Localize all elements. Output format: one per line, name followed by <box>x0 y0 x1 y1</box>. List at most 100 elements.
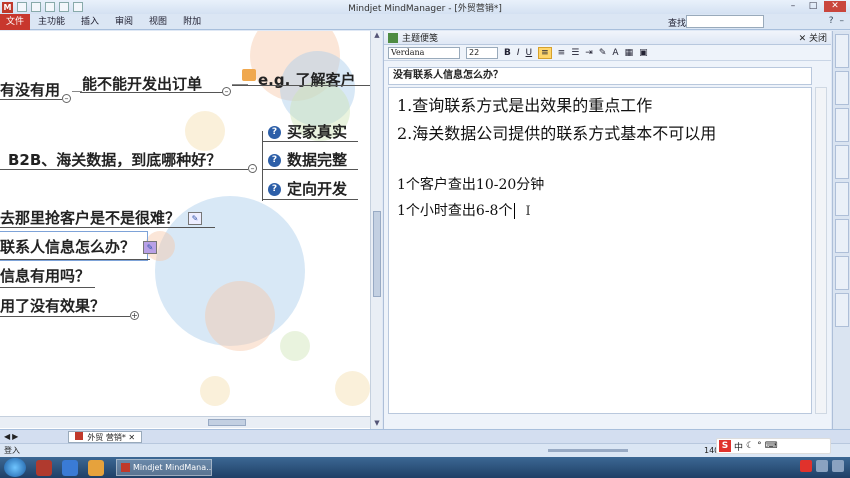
font-size-select[interactable]: 22 <box>466 46 498 59</box>
tray-icon[interactable] <box>832 460 844 472</box>
ime-moon-icon[interactable]: ☾ <box>746 441 754 451</box>
note-icon[interactable]: ✎ <box>188 212 203 225</box>
topic-complete-data[interactable]: ? 数据完整 <box>268 149 347 170</box>
document-tab[interactable]: 外贸 营销* ✕ <box>68 430 143 443</box>
tab-review[interactable]: 审阅 <box>107 14 141 30</box>
side-tab[interactable] <box>835 145 849 179</box>
topic-targeted-dev[interactable]: ? 定向开发 <box>268 178 347 199</box>
align-center-icon[interactable]: ≡ <box>558 48 566 58</box>
topic-useful[interactable]: 有没有用 <box>0 79 60 100</box>
collapse-toggle[interactable]: – <box>248 164 257 173</box>
topic-grab-customers[interactable]: 去那里抢客户是不是很难？ ✎ <box>0 207 203 228</box>
highlight-icon[interactable]: ✎ <box>599 48 607 58</box>
font-select[interactable]: Verdana <box>388 46 460 59</box>
side-tab[interactable] <box>835 34 849 68</box>
side-tab[interactable] <box>835 219 849 253</box>
map-horizontal-scrollbar[interactable] <box>0 416 370 428</box>
taskbar-app-icon[interactable] <box>88 459 104 476</box>
ime-keyboard-icon[interactable]: ⌨ <box>765 441 778 451</box>
scroll-thumb[interactable] <box>373 211 381 297</box>
side-tab[interactable] <box>835 71 849 105</box>
minimize-button[interactable]: – <box>784 1 802 12</box>
side-tab[interactable] <box>835 256 849 290</box>
indent-icon[interactable]: ⇥ <box>585 48 593 58</box>
expand-toggle[interactable]: + <box>130 311 139 320</box>
side-tab[interactable] <box>835 293 849 327</box>
close-label: 关闭 <box>808 34 827 44</box>
find-input[interactable] <box>686 15 764 28</box>
taskbar-app-icon[interactable] <box>36 459 52 476</box>
connector <box>0 169 248 170</box>
note-line-with-cursor: 1个小时查出6-8个 I <box>397 198 803 225</box>
topic-info-useful[interactable]: 信息有用吗？ <box>0 265 90 286</box>
tab-home[interactable]: 主功能 <box>30 14 73 30</box>
topic-no-contact-info[interactable]: 联系人信息怎么办？ ✎ <box>0 236 158 257</box>
start-button[interactable] <box>4 458 26 477</box>
help-icon[interactable]: ? <box>829 16 834 26</box>
table-icon[interactable]: ▦ <box>625 48 634 58</box>
window-title: Mindjet MindManager - [外贸营销*] <box>348 3 502 14</box>
taskbar-mindmanager[interactable]: Mindjet MindMana... <box>116 459 212 476</box>
next-tab-icon[interactable]: ▶ <box>12 432 18 441</box>
taskbar-app-icon[interactable] <box>62 459 78 476</box>
prev-tab-icon[interactable]: ◀ <box>4 432 10 441</box>
scroll-up-icon[interactable]: ▲ <box>372 31 382 41</box>
note-line: 1个客户查出10-20分钟 <box>397 177 545 193</box>
text-cursor <box>514 203 516 219</box>
tab-view[interactable]: 视图 <box>141 14 175 30</box>
window-controls: – □ ✕ <box>784 1 846 12</box>
question-icon: ? <box>268 154 281 167</box>
tray-icon[interactable] <box>800 460 812 472</box>
taskbar: Mindjet MindMana... <box>0 457 850 478</box>
align-left-icon[interactable]: ≡ <box>538 46 552 59</box>
note-editor[interactable]: 1.查询联系方式是出效果的重点工作 2.海关数据公司提供的联系方式基本不可以用 … <box>388 87 812 414</box>
scroll-thumb[interactable] <box>208 419 246 426</box>
italic-button[interactable]: I <box>517 48 520 58</box>
topic-real-buyer[interactable]: ? 买家真实 <box>268 121 347 142</box>
scroll-down-icon[interactable]: ▼ <box>372 419 382 429</box>
system-tray <box>800 460 844 472</box>
topic-eg-know-customer[interactable]: e.g. 了解客户 <box>258 69 356 90</box>
connector <box>0 287 95 288</box>
ribbon-minimize-icon[interactable]: – <box>840 16 845 26</box>
tray-icon[interactable] <box>816 460 828 472</box>
map-canvas[interactable]: 有没有用 – 能不能开发出订单 – e.g. 了解客户 B2B、海关数据，到底哪… <box>0 31 370 429</box>
note-scrollbar[interactable] <box>815 87 827 414</box>
underline-button[interactable]: U <box>526 48 533 58</box>
ime-toolbar[interactable]: S 中 ☾ ° ⌨ <box>716 438 831 454</box>
side-tab[interactable] <box>835 108 849 142</box>
connector <box>0 259 150 260</box>
zoom-slider[interactable] <box>548 449 628 452</box>
tab-insert[interactable]: 插入 <box>73 14 107 30</box>
close-button[interactable]: ✕ <box>824 1 846 12</box>
maximize-button[interactable]: □ <box>804 1 822 12</box>
sogou-icon[interactable]: S <box>719 440 731 452</box>
tab-addins[interactable]: 附加 <box>175 14 209 30</box>
topic-no-effect[interactable]: 用了没有效果？ <box>0 295 105 316</box>
topic-b2b-customs[interactable]: B2B、海关数据，到底哪种好？ <box>8 149 221 170</box>
font-color-icon[interactable]: A <box>612 48 618 58</box>
connector <box>0 99 62 100</box>
collapse-toggle[interactable]: – <box>62 94 71 103</box>
note-topic-title: 没有联系人信息怎么办？ <box>388 67 812 85</box>
map-vertical-scrollbar[interactable]: ▲ ▼ <box>370 31 382 429</box>
connector <box>262 141 358 142</box>
image-icon[interactable]: ▣ <box>639 48 648 58</box>
decor-bubble <box>335 371 370 406</box>
note-icon[interactable]: ✎ <box>143 241 158 254</box>
collapse-toggle[interactable]: – <box>222 87 231 96</box>
mindmap-icon <box>75 431 84 440</box>
side-tab[interactable] <box>835 182 849 216</box>
taskbar-app-label: Mindjet MindMana... <box>133 463 212 472</box>
connector <box>262 169 358 170</box>
bullet-list-icon[interactable]: ☰ <box>571 48 579 58</box>
ime-punct-icon[interactable]: ° <box>757 441 762 451</box>
notes-close-button[interactable]: ✕ 关闭 <box>799 31 827 44</box>
notes-icon <box>388 32 398 43</box>
title-bar: M Mindjet MindManager - [外贸营销*] – □ ✕ <box>0 0 850 14</box>
topic-develop-orders[interactable]: 能不能开发出订单 <box>82 73 202 94</box>
connector <box>80 92 223 93</box>
tab-file[interactable]: 文件 <box>0 13 30 30</box>
ime-mode-icon[interactable]: 中 <box>734 440 743 453</box>
bold-button[interactable]: B <box>504 48 511 58</box>
